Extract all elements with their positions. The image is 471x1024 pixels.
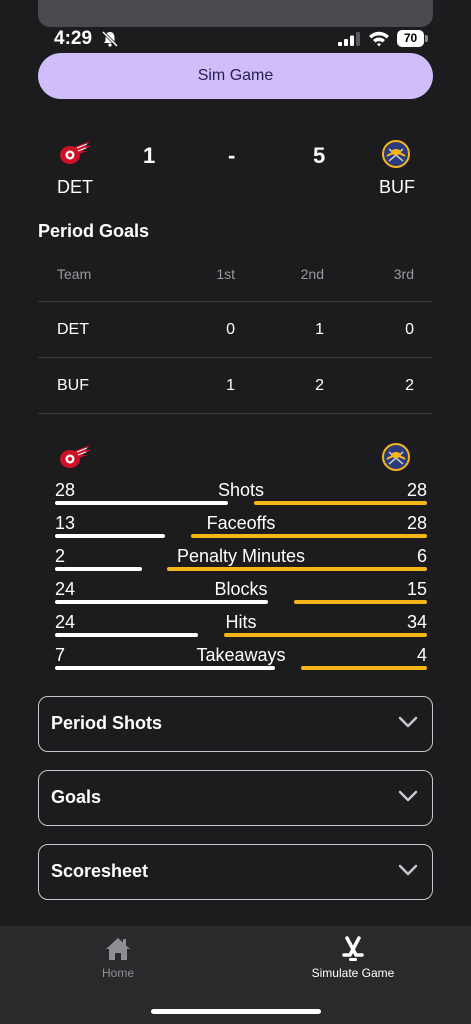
sabres-logo-icon xyxy=(382,443,410,471)
tab-simulate-game[interactable]: Simulate Game xyxy=(263,926,443,986)
sim-game-button[interactable]: Sim Game xyxy=(38,53,433,99)
battery-icon: 70 xyxy=(397,30,429,47)
stat-away-bar xyxy=(55,501,228,505)
stat-label: Hits xyxy=(55,612,427,633)
tab-label: Home xyxy=(101,966,134,980)
tab-label: Simulate Game xyxy=(311,966,395,980)
stat-away-bar xyxy=(55,534,165,538)
tab-bar: Home Simulate Game xyxy=(0,926,471,1024)
accordion-label: Period Shots xyxy=(51,713,163,733)
stat-row: 24 Blocks 15 xyxy=(55,579,427,612)
stat-home-value: 15 xyxy=(406,579,427,599)
stat-home-value: 4 xyxy=(416,645,427,665)
stat-home-bar xyxy=(167,567,427,571)
stat-row: 7 Takeaways 4 xyxy=(55,645,427,678)
stat-label-text: Shots xyxy=(217,480,265,500)
red-wings-logo-icon xyxy=(60,141,91,164)
stat-row: 24 Hits 34 xyxy=(55,612,427,645)
column-header-team: Team xyxy=(57,266,92,282)
stat-away-bar xyxy=(55,666,275,670)
stat-row: 13 Faceoffs 28 xyxy=(55,513,427,546)
stat-away-bar xyxy=(55,633,198,637)
away-team-abbr: DET xyxy=(57,177,93,197)
table-cell: 1 xyxy=(315,321,324,338)
table-cell: DET xyxy=(57,321,89,338)
top-sheet-handle xyxy=(38,0,433,27)
bell-slash-icon xyxy=(101,30,119,48)
stat-label-text: Faceoffs xyxy=(206,513,276,533)
tab-home[interactable]: Home xyxy=(28,926,208,986)
status-time: 4:29 xyxy=(54,28,93,49)
stat-row: 28 Shots 28 xyxy=(55,480,427,513)
scoresheet-accordion[interactable]: Scoresheet xyxy=(38,844,433,900)
stat-home-value: 28 xyxy=(406,480,427,500)
sabres-logo-icon xyxy=(382,140,410,168)
away-score: 1 xyxy=(143,143,156,168)
stat-label-text: Penalty Minutes xyxy=(176,546,306,566)
home-team-abbr: BUF xyxy=(379,177,415,197)
chevron-down-icon xyxy=(398,790,418,802)
battery-level: 70 xyxy=(397,30,424,47)
stat-label: Shots xyxy=(55,480,427,501)
home-score: 5 xyxy=(313,143,326,168)
stat-label-text: Hits xyxy=(225,612,257,632)
stat-label: Penalty Minutes xyxy=(55,546,427,567)
column-header-2nd: 2nd xyxy=(300,266,324,282)
table-cell: 0 xyxy=(405,321,414,338)
stat-away-bar xyxy=(55,567,142,571)
stat-home-value: 34 xyxy=(406,612,427,632)
stat-home-bar xyxy=(254,501,427,505)
red-wings-logo-icon xyxy=(60,445,91,468)
stat-label-text: Blocks xyxy=(214,579,268,599)
table-cell: BUF xyxy=(57,377,89,394)
status-bar: 4:29 70 xyxy=(0,26,471,52)
period-goals-title: Period Goals xyxy=(38,221,150,241)
stat-home-bar xyxy=(301,666,427,670)
chevron-down-icon xyxy=(398,864,418,876)
table-cell: 2 xyxy=(315,377,324,394)
wifi-icon xyxy=(369,31,389,47)
accordion-label: Scoresheet xyxy=(51,861,149,881)
stat-home-bar xyxy=(191,534,427,538)
period-shots-accordion[interactable]: Period Shots xyxy=(38,696,433,752)
table-row: BUF 1 2 2 xyxy=(38,358,433,414)
home-icon xyxy=(106,938,130,960)
table-row: DET 0 1 0 xyxy=(38,302,433,358)
stat-home-bar xyxy=(294,600,427,604)
period-goals-table: Team 1st 2nd 3rd DET 0 1 0 BUF 1 2 2 xyxy=(38,246,433,414)
stat-label: Blocks xyxy=(55,579,427,600)
table-cell: 0 xyxy=(226,321,235,338)
home-indicator xyxy=(151,1009,321,1014)
cellular-signal-icon xyxy=(338,32,360,46)
hockey-sticks-icon xyxy=(342,936,364,961)
table-cell: 2 xyxy=(405,377,414,394)
column-header-1st: 1st xyxy=(216,266,235,282)
stat-label-text: Takeaways xyxy=(196,645,286,665)
chevron-down-icon xyxy=(398,716,418,728)
score-separator: - xyxy=(228,143,236,168)
stat-home-value: 28 xyxy=(406,513,427,533)
table-header-row: Team 1st 2nd 3rd xyxy=(38,246,433,302)
stat-away-bar xyxy=(55,600,268,604)
stat-label: Faceoffs xyxy=(55,513,427,534)
column-header-3rd: 3rd xyxy=(393,266,414,282)
stat-row: 2 Penalty Minutes 6 xyxy=(55,546,427,579)
stat-label: Takeaways xyxy=(55,645,427,666)
table-cell: 1 xyxy=(226,377,235,394)
stat-home-value: 6 xyxy=(416,546,427,566)
accordion-label: Goals xyxy=(51,787,102,807)
goals-accordion[interactable]: Goals xyxy=(38,770,433,826)
stat-home-bar xyxy=(224,633,427,637)
